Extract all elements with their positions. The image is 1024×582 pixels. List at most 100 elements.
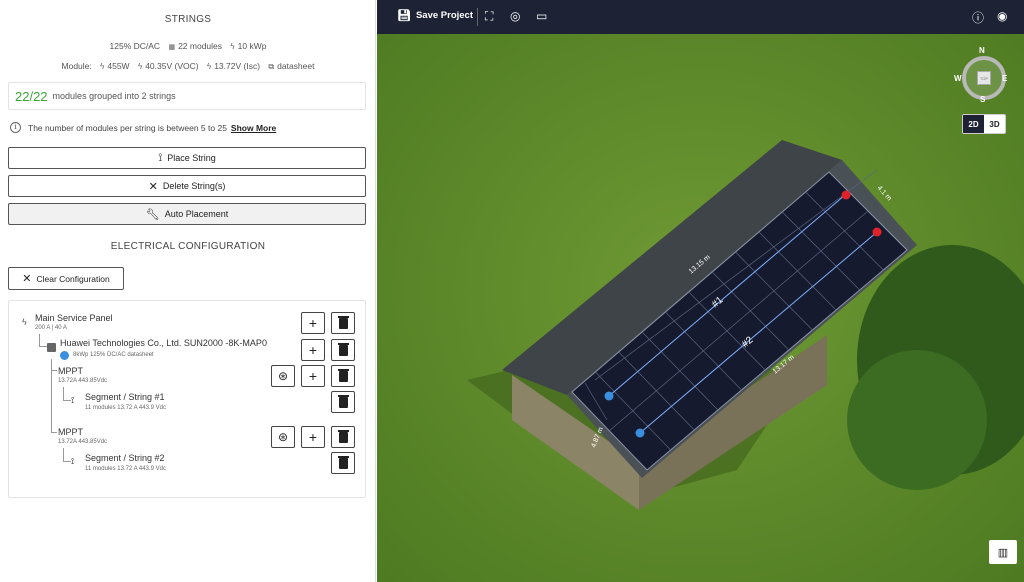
trash-icon [337,315,349,329]
compass[interactable]: TOP N S W E [954,46,1008,104]
bolt-icon: ϟ [230,42,235,51]
electrical-tree: ϟ Main Service Panel 200 A | 40 A + Huaw… [8,300,366,498]
save-icon: 💾︎ [397,10,411,22]
save-project-button[interactable]: 💾︎ Save Project [397,9,473,22]
bolt-icon: ϟ [206,62,212,71]
service-panel-title: Main Service Panel [35,313,113,323]
scene[interactable]: #1 #2 13.15 m 4.1 m 13.17 m 4.87 m [377,0,1024,582]
string-1-start[interactable] [604,391,614,401]
module-watt: 455W [107,61,130,71]
place-string-label: Place String [167,153,216,163]
route-icon: ⟟ [71,456,75,466]
system-power: 10 kWp [237,41,267,51]
string-2-delete-button[interactable] [331,452,355,474]
delete-inverter-button[interactable] [331,339,355,361]
mppt-1-specs: 13.72A 443.85Vdc [58,378,108,384]
add-inverter-button[interactable]: + [301,312,325,334]
module-label: Module: [61,61,92,71]
mppt-1-add-button[interactable]: + [301,365,325,387]
close-icon: ✕ [148,180,158,193]
string-size-info: i The number of modules per string is be… [10,122,276,133]
compass-east: E [1002,74,1008,83]
trash-icon [337,429,349,443]
modules-icon: ▦ [168,44,176,51]
trash-icon [337,368,349,382]
auto-placement-label: Auto Placement [164,209,229,219]
grouping-summary: 22/22 modules grouped into 2 strings [8,82,366,110]
string-2-end[interactable] [872,227,882,237]
place-string-button[interactable]: ⟟ Place String [8,147,366,169]
ruler-icon[interactable]: ▭ [536,9,547,23]
trash-icon [337,455,349,469]
string-1-specs: 11 modules 13.72 A 443.9 Vdc [85,405,166,411]
inverter-title: Huawei Technologies Co., Ltd. SUN2000 -8… [60,338,267,348]
toolbar-divider [477,8,478,26]
delete-strings-button[interactable]: ✕ Delete String(s) [8,175,366,197]
help-icon[interactable]: ⓘ [972,9,984,26]
route-icon: ⟟ [71,395,75,405]
grouped-text: modules grouped into 2 strings [52,91,176,101]
auto-placement-button[interactable]: 🔧︎ Auto Placement [8,203,366,225]
clear-configuration-label: Clear Configuration [36,273,110,284]
mppt-1-title: MPPT [58,366,84,376]
cursor-click-icon: ⊛ [277,430,289,444]
string-2-title: Segment / String #2 [85,453,165,463]
mppt-2-select-button[interactable]: ⊛ [271,426,295,448]
show-more-link[interactable]: Show More [231,123,276,133]
cursor-click-icon: ⊛ [277,369,289,383]
module-count: 22 modules [178,41,223,51]
external-link-icon: ⧉ [268,62,275,71]
strings-panel: STRINGS 125% DC/AC ▦ 22 modules ϟ 10 kWp M… [0,0,376,582]
service-panel-rating: 200 A | 40 A [35,325,67,331]
map-layer-button[interactable]: ▥ [989,540,1017,564]
add-mppt-button[interactable]: + [301,339,325,361]
mppt-1-delete-button[interactable] [331,365,355,387]
trash-icon [337,394,349,408]
clear-configuration-button[interactable]: ✕ Clear Configuration [8,267,124,290]
inverter-color-dot [60,351,69,360]
string-1-end[interactable] [841,190,851,200]
mppt-1-select-button[interactable]: ⊛ [271,365,295,387]
save-project-label: Save Project [415,10,474,21]
view-mode-toggle: 2D 3D [962,114,1006,134]
tree-connector [39,334,47,347]
toolbar: 💾︎ Save Project ⛶ ◎ ▭ ⓘ ◉ [377,0,1024,34]
plus-icon: + [308,315,318,331]
map-icon: ▥ [997,546,1009,559]
compass-south: S [980,95,986,104]
delete-panel-button[interactable] [331,312,355,334]
bolt-icon: ϟ [22,317,27,327]
info-icon: i [10,122,21,133]
datasheet-link[interactable]: datasheet [277,61,314,71]
inverter-icon [47,343,56,352]
tree-canopy [847,350,987,490]
module-isc: 13.72V (Isc) [214,61,261,71]
compass-west: W [954,74,962,83]
route-icon: ⟟ [158,151,163,164]
account-icon[interactable]: ◉ [997,9,1007,23]
module-voc: 40.35V (VOC) [145,61,199,71]
compass-north: N [979,46,985,55]
bolt-icon: ϟ [137,62,143,71]
system-summary: 125% DC/AC ▦ 22 modules ϟ 10 kWp [0,41,375,51]
fullscreen-icon[interactable]: ⛶ [485,9,493,24]
wrench-icon: 🔧︎ [145,208,160,221]
3d-viewport[interactable]: #1 #2 13.15 m 4.1 m 13.17 m 4.87 m 💾︎ Sa… [377,0,1024,582]
string-2-specs: 11 modules 13.72 A 443.9 Vdc [85,466,166,472]
info-text: The number of modules per string is betw… [28,122,227,133]
string-1-delete-button[interactable] [331,391,355,413]
mppt-2-delete-button[interactable] [331,426,355,448]
trash-icon [337,342,349,356]
mppt-2-add-button[interactable]: + [301,426,325,448]
grouped-count: 22/22 [15,88,48,104]
view-2d-button[interactable]: 2D [963,115,984,133]
plus-icon: + [308,429,318,445]
electrical-title: ELECTRICAL CONFIGURATION [110,241,266,252]
mppt-2-title: MPPT [58,427,84,437]
view-3d-button[interactable]: 3D [984,115,1005,133]
string-2-start[interactable] [635,428,645,438]
inverter-specs: 8kWp 125% DC/AC datasheet [73,352,154,358]
module-specs: Module: ϟ 455W ϟ 40.35V (VOC) ϟ 13.72V (Isc… [0,61,375,72]
bolt-icon: ϟ [100,62,105,71]
hide-visibility-icon[interactable]: ◎ [510,9,520,23]
